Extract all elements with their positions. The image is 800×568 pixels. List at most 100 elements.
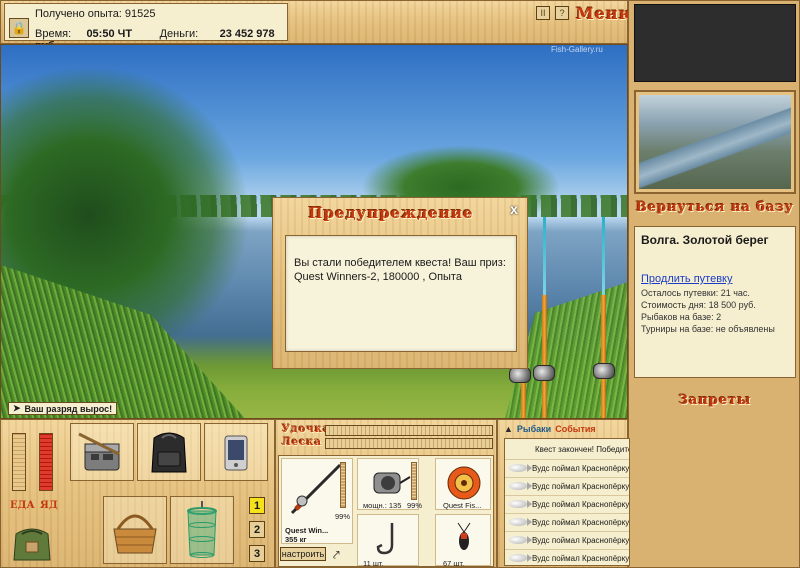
rod-condition: 99%: [335, 512, 351, 521]
event-text: Вудс поймал Краснопёрку на 150 грамм: [532, 499, 630, 509]
back-to-base-button[interactable]: Вернуться на базу: [634, 200, 796, 215]
event-text: Вудс поймал Краснопёрку на 378 грамм: [532, 481, 630, 491]
bait-icon: [457, 522, 471, 550]
base-name: Волга. Золотой берег: [641, 233, 769, 247]
reel-power: мощн.: 135: [363, 501, 402, 510]
poison-label: ЯД: [40, 500, 58, 511]
time-label: Время:: [35, 28, 72, 40]
ad-panel: [634, 4, 796, 82]
fishers-count: Рыбаков на базе: 2: [641, 312, 722, 322]
base-info-panel: Волга. Золотой берег Продлить путевку Ос…: [634, 226, 796, 378]
list-item: Квест закончен! Победитель Вудс: [505, 441, 629, 458]
menu-button[interactable]: Меню: [576, 4, 636, 23]
list-item: Вудс поймал Краснопёрку на 305 грамм: [505, 531, 630, 548]
tab-events[interactable]: События: [555, 424, 595, 434]
fish-icon: [509, 536, 532, 544]
fish-icon: [509, 554, 532, 562]
rank-up-text: Ваш разряд вырос!: [24, 403, 113, 414]
rod-slot-2-button[interactable]: 2: [249, 521, 265, 538]
basket-icon: [113, 514, 157, 554]
arrow-up-icon[interactable]: ▲: [504, 424, 513, 434]
picnic-basket-slot[interactable]: [103, 496, 167, 564]
experience-text: Получено опыта: 91525: [35, 8, 156, 20]
reel-icon: [509, 367, 531, 383]
arrow-diagonal-icon[interactable]: ⤤: [333, 548, 340, 563]
dialog-title: Предупреждение: [308, 204, 474, 222]
events-list: Квест закончен! Победитель Вудс Вудс пой…: [504, 438, 630, 566]
fishing-rod-2[interactable]: [601, 295, 606, 418]
list-item: Вудс поймал Краснопёрку на 150 грамм: [505, 495, 630, 512]
rod-label: Удочка: [282, 424, 331, 435]
rod-weight: 355 кг: [285, 535, 307, 544]
reel-icon: [593, 363, 615, 379]
watermark: Fish-Gallery.ru: [551, 45, 603, 54]
tournaments-info: Турниры на базе: не объявлены: [641, 324, 775, 334]
bans-button[interactable]: Запреты: [634, 393, 796, 408]
fish-icon: [509, 482, 532, 490]
list-item: Вудс поймал Краснопёрку на 290 грамм: [505, 513, 630, 530]
reel-condition-bar: [411, 462, 417, 500]
line-label: Леска: [282, 437, 322, 448]
list-item: Вудс поймал Краснопёрку на 324 грамм: [505, 549, 629, 565]
rod-icon: [290, 463, 342, 515]
list-item: Вудс поймал Краснопёрку на 270 грамм: [505, 459, 630, 476]
money-label: Деньги:: [159, 28, 199, 40]
bait-count: 67 шт.: [443, 559, 465, 568]
fishing-rod-1[interactable]: [542, 295, 547, 418]
backpack-slot[interactable]: [137, 423, 201, 481]
backpack-icon: [151, 432, 187, 473]
list-item: Вудс поймал Краснопёрку на 378 грамм: [505, 477, 630, 494]
keepnet-icon: [187, 501, 217, 558]
event-text: Вудс поймал Краснопёрку на 305 грамм: [532, 535, 630, 545]
phone-slot[interactable]: [204, 423, 268, 481]
line-name: Quest Fis...: [443, 501, 482, 510]
phone-icon: [224, 435, 248, 471]
permit-remaining: Осталось путевки: 21 час.: [641, 288, 750, 298]
hook-icon: [376, 523, 394, 555]
rod-tip-2: [602, 217, 605, 297]
event-text: Вудс поймал Краснопёрку на 290 грамм: [532, 517, 630, 527]
rod-name: Quest Win...: [285, 526, 329, 535]
line-tension-bar: [325, 438, 493, 449]
events-tabs: ▲ Рыбаки События: [504, 424, 630, 434]
reel-icon: [533, 365, 555, 381]
rank-up-message: ➤ Ваш разряд вырос!: [8, 402, 118, 415]
food-bag-slot[interactable]: [8, 520, 58, 564]
dialog-message: Вы стали победителем квеста! Ваш приз: Q…: [285, 235, 517, 352]
event-text: Квест закончен! Победитель Вудс: [535, 445, 629, 454]
day-cost: Стоимость дня: 18 500 руб.: [641, 300, 756, 310]
rod-condition-bar: [340, 462, 346, 508]
rod-tension-bar: [325, 425, 493, 436]
extend-permit-link[interactable]: Продлить путевку: [641, 273, 789, 285]
line-spool-icon: [447, 466, 481, 500]
warning-dialog: Предупреждение x Вы стали победителем кв…: [272, 197, 528, 369]
pause-button[interactable]: II: [536, 6, 550, 20]
rod-slot-1-button[interactable]: 1: [249, 497, 265, 514]
poison-meter: [39, 433, 53, 491]
food-label: ЕДА: [10, 500, 35, 511]
event-text: Вудс поймал Краснопёрку на 270 грамм: [532, 463, 630, 473]
bag-icon: [13, 528, 51, 561]
fish-icon: [509, 464, 532, 472]
lock-icon[interactable]: 🔒: [9, 18, 29, 38]
fish-icon: [509, 518, 532, 526]
keepnet-slot[interactable]: [170, 496, 234, 564]
tackle-box-icon: [78, 432, 120, 471]
food-meter: [12, 433, 26, 491]
close-icon[interactable]: x: [507, 202, 521, 217]
sidebar-bottom: [634, 414, 796, 564]
spinning-reel-icon: [373, 472, 411, 494]
base-map-image[interactable]: [639, 95, 791, 189]
rod-slot-3-button[interactable]: 3: [249, 545, 265, 562]
fish-icon: [509, 500, 532, 508]
base-map-frame[interactable]: [634, 90, 796, 194]
tackle-box-slot[interactable]: [70, 423, 134, 481]
setup-button[interactable]: настроить: [280, 547, 326, 561]
tab-fishers[interactable]: Рыбаки: [517, 424, 551, 434]
reel-condition: 99%: [407, 501, 423, 510]
help-button[interactable]: ?: [555, 6, 569, 20]
rod-tip-1: [543, 217, 546, 297]
player-status-panel: 🔒 Получено опыта: 91525 Время: 05:50 ЧТ …: [4, 3, 288, 52]
arrow-right-icon: ➤: [13, 403, 21, 413]
time-value: 05:50 ЧТ: [86, 28, 133, 40]
